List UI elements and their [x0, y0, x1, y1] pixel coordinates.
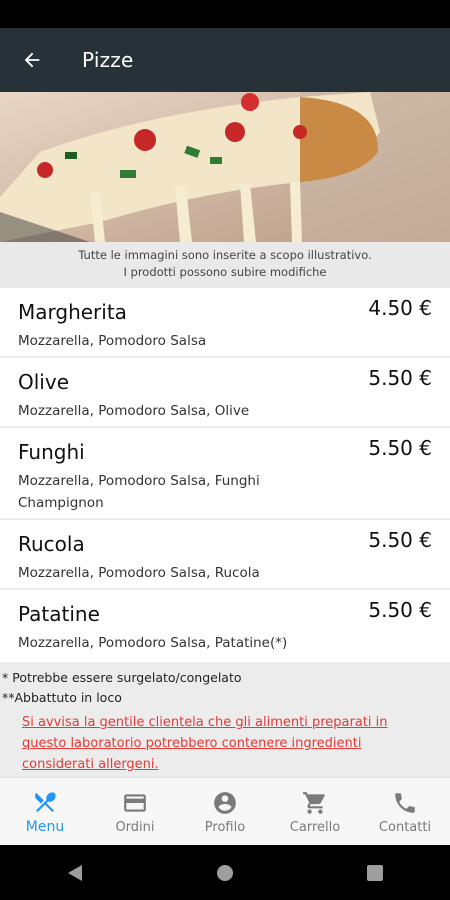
item-description: Mozzarella, Pomodoro Salsa, Funghi Champ… [18, 473, 260, 511]
list-item[interactable]: Patatine 5.50 € Mozzarella, Pomodoro Sal… [0, 590, 450, 664]
circle-home-icon [217, 864, 233, 881]
nav-contatti[interactable]: Contatti [360, 778, 450, 846]
nav-label: Contatti [378, 819, 432, 835]
nav-profilo[interactable]: Profilo [180, 778, 270, 846]
nav-label: Carrello [289, 819, 341, 835]
nav-carrello[interactable]: Carrello [270, 778, 360, 846]
item-description: Mozzarella, Pomodoro Salsa [18, 333, 207, 349]
back-button[interactable] [0, 28, 64, 92]
page-title: Pizze [82, 48, 134, 72]
notice-line-2: I prodotti possono subire modifiche [123, 265, 327, 279]
chilled-note: **Abbattuto in loco [2, 690, 122, 705]
nav-label: Menu [25, 819, 65, 835]
app-bar: Pizze [0, 28, 450, 92]
list-item[interactable]: Margherita 4.50 € Mozzarella, Pomodoro S… [0, 288, 450, 358]
cart-icon [303, 791, 325, 814]
frozen-note: * Potrebbe essere surgelato/congelato [2, 670, 242, 685]
item-description: Mozzarella, Pomodoro Salsa, Patatine(*) [18, 635, 288, 651]
item-price: 5.50 € [368, 366, 432, 390]
item-price: 5.50 € [368, 598, 432, 622]
system-back-button[interactable] [45, 845, 105, 900]
phone-icon [395, 792, 415, 813]
square-recents-icon [367, 864, 383, 881]
triangle-back-icon [68, 864, 82, 881]
nav-label: Ordini [115, 819, 155, 835]
illustration-notice: Tutte le immagini sono inserite a scopo … [0, 242, 450, 288]
system-recents-button[interactable] [345, 845, 405, 900]
pizza-hero-image [0, 92, 450, 242]
item-description: Mozzarella, Pomodoro Salsa, Olive [18, 403, 250, 419]
nav-menu[interactable]: Menu [0, 778, 90, 846]
account-circle-icon [214, 791, 236, 814]
arrow-back-icon [24, 52, 40, 68]
item-price: 4.50 € [368, 296, 432, 320]
nav-ordini[interactable]: Ordini [90, 778, 180, 846]
fork-knife-icon [34, 792, 56, 813]
footnotes: * Potrebbe essere surgelato/congelato **… [0, 664, 450, 777]
item-description: Mozzarella, Pomodoro Salsa, Rucola [18, 565, 260, 581]
nav-label: Profilo [204, 819, 246, 835]
item-price: 5.50 € [368, 528, 432, 552]
system-navigation-bar [0, 845, 450, 900]
allergen-warning: Si avvisa la gentile clientela che gli a… [22, 715, 388, 772]
status-bar [0, 0, 450, 28]
card-icon [124, 793, 146, 812]
item-price: 5.50 € [368, 436, 432, 460]
list-item[interactable]: Rucola 5.50 € Mozzarella, Pomodoro Salsa… [0, 520, 450, 590]
system-home-button[interactable] [195, 845, 255, 900]
pizza-list: Margherita 4.50 € Mozzarella, Pomodoro S… [0, 288, 450, 664]
notice-line-1: Tutte le immagini sono inserite a scopo … [78, 248, 372, 262]
list-item[interactable]: Olive 5.50 € Mozzarella, Pomodoro Salsa,… [0, 358, 450, 428]
bottom-navigation: Menu Ordini Profilo Carrello Contatti [0, 777, 450, 846]
list-item[interactable]: Funghi 5.50 € Mozzarella, Pomodoro Salsa… [0, 428, 450, 520]
